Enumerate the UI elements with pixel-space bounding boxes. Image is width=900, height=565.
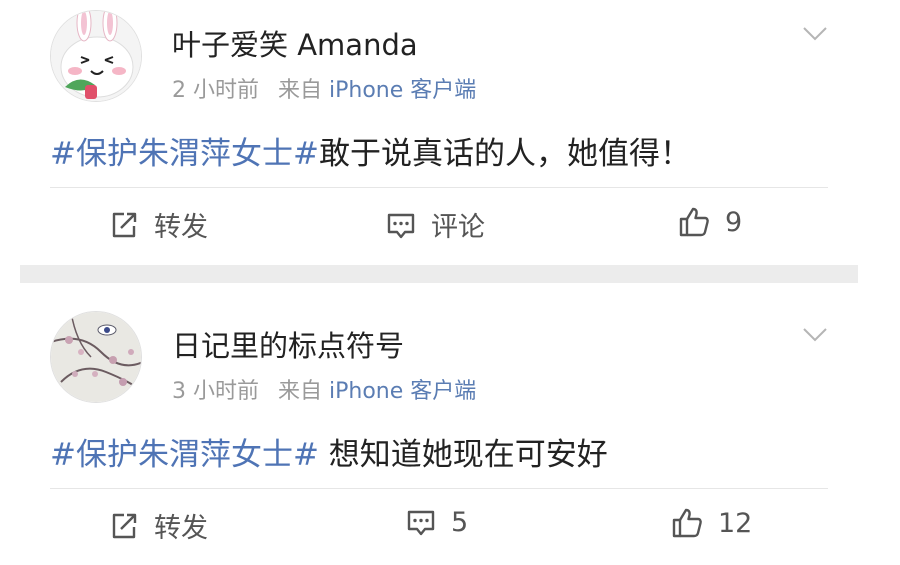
comment-button[interactable]: 5 (405, 506, 468, 538)
post-card[interactable]: 日记里的标点符号 3 小时前 来自 iPhone 客户端 #保护朱渭萍女士# 想… (20, 283, 858, 565)
divider (50, 187, 828, 188)
username[interactable]: 日记里的标点符号 (172, 323, 404, 365)
username[interactable]: 叶子爱笑 Amanda (172, 22, 418, 64)
post-meta: 3 小时前 来自 iPhone 客户端 (172, 373, 476, 405)
avatar-image (51, 312, 141, 402)
post-time: 2 小时前 (172, 78, 259, 103)
repost-label: 转发 (154, 513, 208, 544)
post-text: 敢于说真话的人，她值得！ (318, 136, 691, 172)
source-prefix: 来自 (278, 78, 323, 103)
comment-bubble-icon (407, 510, 435, 536)
thumbs-up-icon (672, 508, 702, 538)
comment-count: 5 (451, 506, 469, 538)
repost-label: 转发 (154, 212, 208, 243)
like-button[interactable]: 12 (670, 506, 752, 540)
post-source[interactable]: iPhone 客户端 (329, 379, 476, 404)
hashtag-link[interactable]: #保护朱渭萍女士# (50, 437, 319, 473)
avatar[interactable] (50, 10, 142, 102)
like-count: 12 (718, 507, 753, 539)
repost-button[interactable]: 转发 (108, 506, 208, 545)
avatar-image (51, 11, 141, 101)
post-card[interactable]: 叶子爱笑 Amanda 2 小时前 来自 iPhone 客户端 #保护朱渭萍女士… (20, 0, 858, 265)
post-meta: 2 小时前 来自 iPhone 客户端 (172, 72, 476, 104)
post-time: 3 小时前 (172, 379, 259, 404)
post-content: #保护朱渭萍女士#敢于说真话的人，她值得！ (50, 128, 691, 173)
like-count: 9 (725, 206, 743, 238)
share-square-icon (112, 513, 137, 538)
post-content: #保护朱渭萍女士# 想知道她现在可安好 (50, 429, 608, 474)
thumbs-up-icon (679, 207, 709, 237)
like-button[interactable]: 9 (677, 205, 742, 239)
share-square-icon (112, 212, 137, 237)
comment-bubble-icon (387, 213, 415, 238)
source-prefix: 来自 (278, 379, 323, 404)
card-separator (20, 265, 858, 283)
weibo-feed: 叶子爱笑 Amanda 2 小时前 来自 iPhone 客户端 #保护朱渭萍女士… (0, 0, 900, 565)
chevron-down-icon[interactable] (802, 20, 828, 46)
post-source[interactable]: iPhone 客户端 (329, 78, 476, 103)
screen-edge (858, 0, 900, 565)
divider (50, 488, 828, 489)
chevron-down-icon[interactable] (802, 321, 828, 347)
comment-button[interactable]: 评论 (385, 205, 485, 244)
hashtag-link[interactable]: #保护朱渭萍女士# (50, 136, 319, 172)
post-text: 想知道她现在可安好 (318, 437, 608, 473)
comment-label: 评论 (431, 212, 485, 243)
repost-button[interactable]: 转发 (108, 205, 208, 244)
avatar[interactable] (50, 311, 142, 403)
